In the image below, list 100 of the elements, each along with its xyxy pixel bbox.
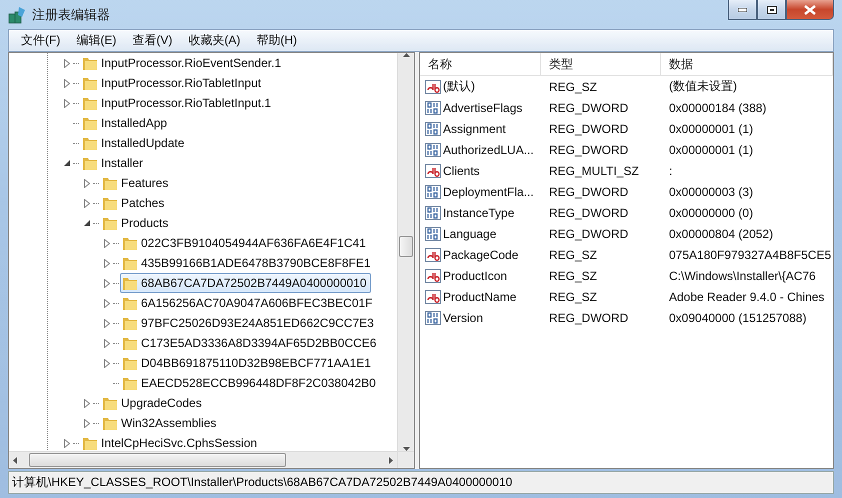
column-header[interactable]: 名称 (420, 53, 541, 76)
folder-icon (102, 395, 118, 411)
menu-item[interactable]: 编辑(E) (68, 32, 124, 49)
collapsed-arrow-icon[interactable] (104, 318, 110, 328)
tree-node[interactable]: Win32Assemblies (100, 413, 220, 433)
collapsed-arrow-icon[interactable] (64, 98, 70, 108)
binary-value-icon (425, 310, 441, 324)
minimize-button[interactable] (728, 0, 757, 20)
value-name[interactable]: PackageCode (420, 244, 541, 265)
tree-node[interactable]: UpgradeCodes (100, 393, 206, 413)
folder-icon (122, 235, 138, 251)
column-header[interactable]: 数据 (661, 53, 833, 76)
collapsed-arrow-icon[interactable] (104, 338, 110, 348)
folder-icon (122, 255, 138, 271)
tree-node[interactable]: 022C3FB9104054944AF636FA6E4F1C41 (120, 233, 370, 253)
collapsed-arrow-icon[interactable] (64, 78, 70, 88)
expanded-arrow-icon[interactable] (64, 160, 70, 166)
tree-node[interactable]: Features (100, 173, 172, 193)
value-name[interactable]: Assignment (420, 118, 541, 139)
collapsed-arrow-icon[interactable] (104, 278, 110, 288)
value-type: REG_DWORD (548, 142, 630, 158)
collapsed-arrow-icon[interactable] (84, 418, 90, 428)
scroll-left-icon[interactable] (13, 456, 17, 464)
tree-node[interactable]: 6A156256AC70A9047A606BFEC3BEC01F (120, 293, 376, 313)
value-name[interactable]: ProductName (420, 286, 541, 307)
expanded-arrow-icon[interactable] (84, 220, 90, 226)
collapsed-arrow-icon[interactable] (84, 178, 90, 188)
tree-node[interactable]: IntelCpHeciSvc.CphsSession (80, 433, 262, 451)
scroll-right-icon[interactable] (389, 456, 393, 464)
value-name[interactable]: Language (420, 223, 541, 244)
folder-icon (122, 275, 138, 291)
binary-value-icon (425, 100, 441, 114)
collapsed-arrow-icon[interactable] (104, 258, 110, 268)
minimize-icon (738, 8, 747, 12)
value-type: REG_DWORD (548, 310, 630, 326)
value-data: 0x00000001 (1) (668, 120, 754, 138)
value-name[interactable]: Clients (420, 160, 541, 181)
collapsed-arrow-icon[interactable] (64, 58, 70, 68)
value-name[interactable]: ProductIcon (420, 265, 541, 286)
string-value-icon (425, 80, 441, 94)
tree-node[interactable]: EAECD528ECCB996448DF8F2C038042B0 (120, 373, 380, 393)
folder-icon (82, 115, 98, 131)
tree-node[interactable]: InputProcessor.RioEventSender.1 (80, 53, 286, 73)
collapsed-arrow-icon[interactable] (64, 438, 70, 448)
tree-node[interactable]: C173E5AD3336A8D3394AF65D2BB0CCE6 (120, 333, 380, 353)
tree-node[interactable]: InputProcessor.RioTabletInput (80, 73, 266, 93)
collapsed-arrow-icon[interactable] (104, 298, 110, 308)
folder-icon (102, 415, 118, 431)
tree-node[interactable]: InstalledUpdate (80, 133, 188, 153)
value-type: REG_DWORD (548, 100, 630, 116)
window-title: 注册表编辑器 (32, 6, 110, 24)
folder-icon (82, 435, 98, 451)
value-name[interactable]: DeploymentFla... (420, 181, 541, 202)
column-header[interactable]: 类型 (541, 53, 661, 76)
collapsed-arrow-icon[interactable] (84, 198, 90, 208)
value-data: 0x00000184 (388) (668, 100, 768, 116)
tree-node[interactable]: 68AB67CA7DA72502B7449A0400000010 (120, 273, 371, 293)
tree-node[interactable]: InstalledApp (80, 113, 172, 133)
value-name[interactable]: AdvertiseFlags (420, 97, 541, 118)
collapsed-arrow-icon[interactable] (104, 238, 110, 248)
tree-node[interactable]: Installer (80, 153, 148, 173)
menu-item[interactable]: 帮助(H) (248, 32, 305, 49)
value-name[interactable]: AuthorizedLUA... (420, 139, 541, 160)
maximize-button[interactable] (757, 0, 786, 20)
tree-node[interactable]: Products (100, 213, 172, 233)
folder-icon (122, 335, 138, 351)
tree-node[interactable]: 97BFC25026D93E24A851ED662C9CC7E3 (120, 313, 378, 333)
folder-icon (122, 295, 138, 311)
scroll-thumb[interactable] (29, 453, 286, 467)
collapsed-arrow-icon[interactable] (84, 398, 90, 408)
string-value-icon (425, 248, 441, 262)
menu-item[interactable]: 文件(F) (13, 32, 68, 49)
value-name[interactable]: Version (420, 307, 541, 328)
value-type: REG_SZ (548, 246, 598, 264)
menu-item[interactable]: 收藏夹(A) (180, 32, 248, 49)
value-data: 0x09040000 (151257088) (668, 310, 808, 326)
registry-cubes-icon (8, 6, 26, 24)
menu-item[interactable]: 查看(V) (124, 32, 180, 49)
value-type: REG_SZ (548, 268, 598, 284)
string-value-icon (425, 268, 441, 282)
tree-node[interactable]: 435B99166B1ADE6478B3790BCE8F8FE1 (120, 253, 374, 273)
string-value-icon (425, 164, 441, 178)
vertical-scrollbar[interactable] (397, 53, 414, 451)
value-type: REG_SZ (548, 78, 598, 96)
value-type: REG_DWORD (548, 204, 630, 222)
collapsed-arrow-icon[interactable] (104, 358, 110, 368)
tree-node[interactable]: D04BB691875110D32B98EBCF771AA1E1 (120, 353, 375, 373)
value-data: : (668, 162, 674, 180)
value-name[interactable]: InstanceType (420, 202, 541, 223)
tree-node[interactable]: Patches (100, 193, 168, 213)
horizontal-scrollbar[interactable] (9, 451, 397, 468)
value-name[interactable]: (默认) (420, 76, 541, 97)
folder-icon (122, 315, 138, 331)
close-button[interactable] (786, 0, 834, 20)
scroll-thumb[interactable] (399, 236, 413, 257)
tree-node[interactable]: InputProcessor.RioTabletInput.1 (80, 93, 276, 113)
value-data: Adobe Reader 9.4.0 - Chines (668, 288, 826, 306)
value-type: REG_MULTI_SZ (548, 162, 640, 180)
binary-value-icon (425, 142, 441, 156)
binary-value-icon (425, 184, 441, 198)
